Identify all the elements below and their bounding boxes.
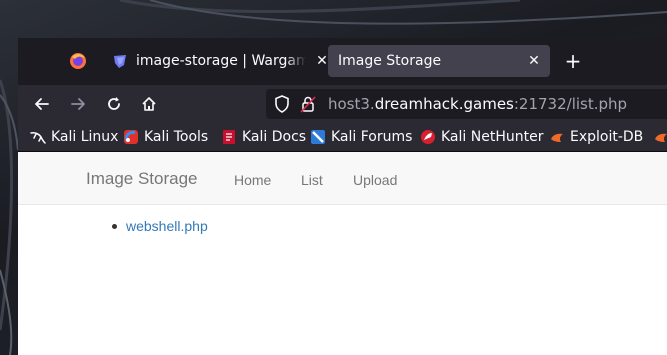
list-item: webshell.php (112, 218, 208, 234)
bookmark-kali-forums[interactable]: Kali Forums (310, 127, 412, 147)
shield-icon (275, 95, 289, 113)
kali-dragon-icon (30, 132, 46, 144)
tab-image-storage-wargame[interactable]: image-storage | Wargame ✕ (104, 45, 328, 77)
nav-home-link[interactable]: Home (234, 172, 271, 188)
kali-tools-icon (124, 130, 138, 144)
bookmark-kali-tools[interactable]: Kali Tools (123, 127, 208, 147)
kali-forums-icon (311, 130, 325, 144)
site-navbar: Image Storage Home List Upload (18, 152, 667, 205)
kali-docs-icon (223, 130, 235, 144)
url-domain: dreamhack.games (374, 95, 514, 113)
insecure-lock-icon (300, 96, 316, 113)
browser-window: image-storage | Wargame ✕ Image Storage … (18, 38, 667, 355)
bookmark-label: Kali Forums (331, 129, 413, 145)
file-link[interactable]: webshell.php (126, 218, 208, 234)
page-content: Image Storage Home List Upload webshell.… (18, 152, 667, 355)
bookmark-kali-docs[interactable]: Kali Docs (221, 127, 306, 147)
tab-title: image-storage | Wargame (136, 53, 306, 69)
navigation-toolbar: host3.dreamhack.games:21732/list.php (18, 85, 667, 123)
firefox-icon (70, 53, 86, 69)
forward-button[interactable] (64, 91, 92, 117)
exploitdb-icon (655, 133, 667, 142)
forward-arrow-icon (71, 98, 85, 110)
url-path: :21732/list.php (513, 95, 628, 113)
bookmark-label: Kali Linux (51, 129, 119, 145)
bookmark-label: Kali NetHunter (441, 129, 544, 145)
url-bar[interactable]: host3.dreamhack.games:21732/list.php (266, 89, 667, 119)
url-text[interactable]: host3.dreamhack.games:21732/list.php (328, 95, 627, 113)
dreamhack-icon (114, 55, 126, 68)
close-tab-icon[interactable]: ✕ (524, 53, 544, 69)
bookmark-kali-linux[interactable]: Kali Linux (30, 127, 118, 147)
bookmark-kali-nethunter[interactable]: Kali NetHunter (420, 127, 543, 147)
nav-upload-link[interactable]: Upload (353, 172, 397, 188)
bookmark-overflow[interactable] (653, 127, 667, 147)
firefox-view-button[interactable] (58, 45, 98, 77)
new-tab-button[interactable]: + (561, 49, 585, 73)
bookmark-label: Kali Tools (144, 129, 209, 145)
nethunter-icon (421, 130, 435, 144)
bookmark-exploit-db[interactable]: Exploit-DB (549, 127, 643, 147)
site-brand[interactable]: Image Storage (86, 169, 198, 189)
site-info-button[interactable] (300, 95, 316, 117)
home-button[interactable] (135, 91, 163, 117)
nav-list-link[interactable]: List (301, 172, 323, 188)
bullet (112, 224, 117, 229)
tracking-protection-button[interactable] (274, 95, 290, 117)
back-button[interactable] (28, 91, 56, 117)
reload-icon (108, 97, 120, 110)
tab-title: Image Storage (338, 53, 442, 69)
tab-image-storage[interactable]: Image Storage ✕ (328, 45, 550, 77)
back-arrow-icon (35, 98, 49, 110)
exploitdb-icon (551, 133, 563, 142)
bookmarks-toolbar: Kali Linux Kali Tools Kali Docs Kali For… (18, 123, 667, 152)
tab-bar: image-storage | Wargame ✕ Image Storage … (18, 38, 667, 85)
bookmark-label: Kali Docs (242, 129, 307, 145)
file-list: webshell.php (112, 218, 208, 234)
url-subdomain: host3. (328, 95, 375, 113)
home-icon (142, 97, 156, 111)
bookmark-label: Exploit-DB (570, 129, 644, 145)
reload-button[interactable] (100, 91, 128, 117)
